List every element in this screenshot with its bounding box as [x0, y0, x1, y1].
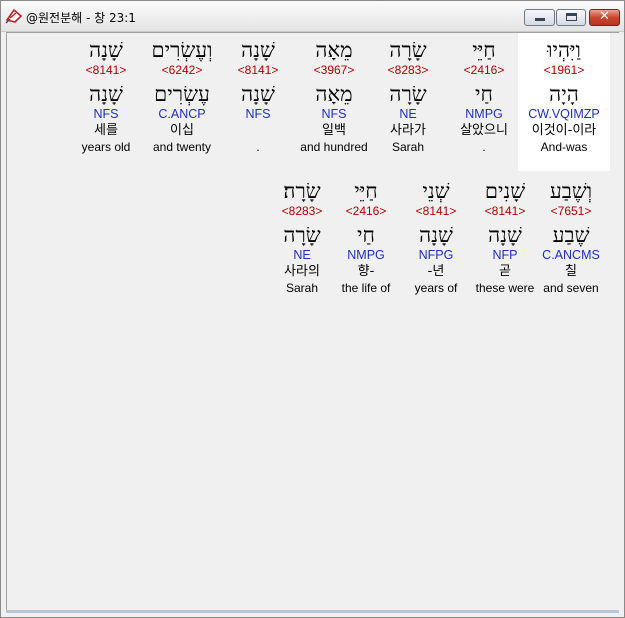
- parse-code: NFS: [93, 107, 119, 121]
- lemma-word: שָׁנָה: [89, 82, 123, 106]
- window-title: @원전분해 - 창 23:1: [26, 11, 136, 25]
- word-cell[interactable]: שָׂרָה׃ <8283> שָׂרָה NE 사라의 Sarah: [256, 174, 348, 296]
- close-icon: ✕: [599, 9, 610, 24]
- korean-gloss: 사라의: [284, 264, 320, 279]
- hebrew-word: שָׂרָה׃: [283, 179, 321, 203]
- title-bar[interactable]: @원전분해 - 창 23:1 ✕: [1, 1, 624, 32]
- maximize-icon: [566, 13, 577, 21]
- lemma-word: שָׂרָה: [283, 223, 321, 247]
- maximize-button[interactable]: [556, 9, 586, 26]
- strong-number: <8141>: [85, 63, 127, 77]
- close-button[interactable]: ✕: [589, 9, 620, 26]
- parse-code: CW.VQIMZP: [528, 107, 600, 121]
- english-gloss: And-was: [540, 140, 588, 154]
- parse-code: NE: [293, 248, 311, 262]
- hebrew-word: שָׁנָה: [89, 38, 123, 62]
- english-gloss: years old: [81, 140, 131, 154]
- interlinear-panel[interactable]: וַיִּהְיוּ <1961> הָיָה CW.VQIMZP 이것이-이라 And-…: [6, 32, 619, 610]
- korean-gloss: 이것이-이라: [531, 123, 597, 138]
- hebrew-word: וַיִּהְיוּ: [547, 38, 581, 62]
- english-gloss: Sarah: [285, 281, 319, 295]
- korean-gloss: 세를: [94, 123, 118, 138]
- minimize-button[interactable]: [524, 9, 555, 26]
- strong-number: <8283>: [281, 204, 323, 218]
- strong-number: <1961>: [543, 63, 585, 77]
- word-cell[interactable]: שָׁנָה <8141> שָׁנָה NFS 세를 years old: [60, 33, 152, 155]
- word-cell[interactable]: וַיִּהְיוּ <1961> הָיָה CW.VQIMZP 이것이-이라 And-…: [518, 33, 610, 171]
- bottom-border: [6, 610, 619, 613]
- app-icon: [5, 8, 23, 24]
- lemma-word: הָיָה: [549, 82, 579, 106]
- app-window: @원전분해 - 창 23:1 ✕ וַיִּהְיוּ <1961> הָיָה CW…: [0, 0, 625, 618]
- minimize-icon: [535, 18, 545, 21]
